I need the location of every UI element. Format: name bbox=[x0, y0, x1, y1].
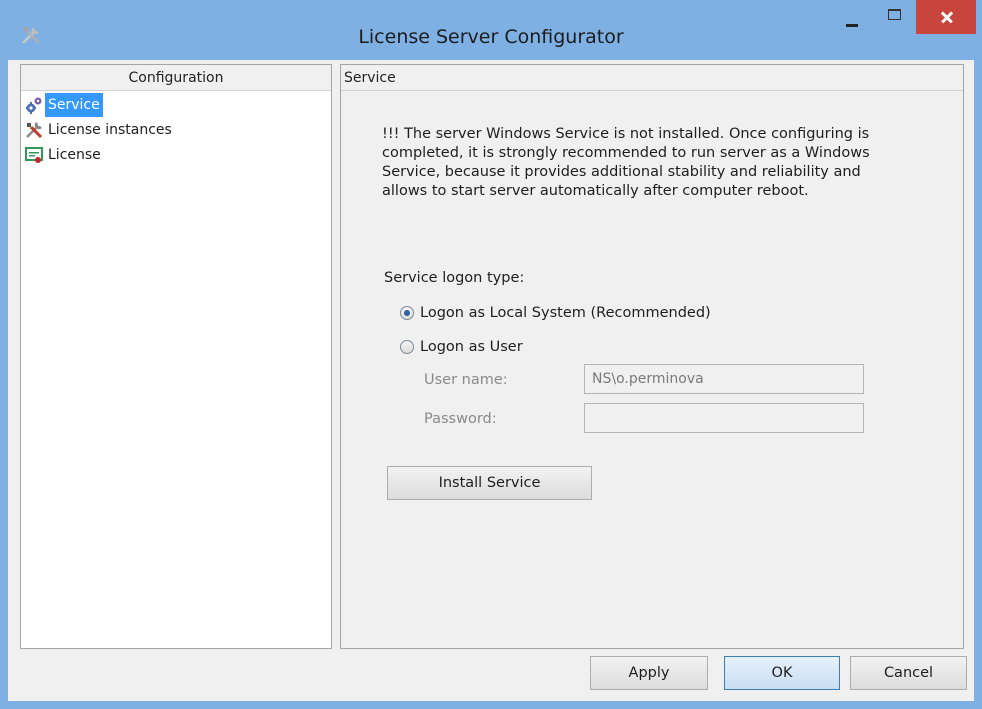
tree-item-license[interactable]: License bbox=[21, 142, 331, 167]
client-area: Configuration Service License instances … bbox=[8, 60, 974, 701]
service-panel-header: Service bbox=[341, 65, 963, 91]
warning-line: completed, it is strongly recommended to… bbox=[382, 145, 870, 161]
configuration-header: Configuration bbox=[21, 65, 331, 91]
radio-button[interactable] bbox=[400, 340, 414, 354]
title-bar[interactable]: License Server Configurator bbox=[0, 0, 982, 60]
password-field[interactable] bbox=[584, 403, 864, 433]
warning-line: Service, because it provides additional … bbox=[382, 164, 861, 180]
tree-item-label: License instances bbox=[48, 121, 172, 138]
tree-item-service[interactable]: Service bbox=[21, 92, 331, 117]
install-service-button[interactable]: Install Service bbox=[387, 466, 592, 500]
user-name-field[interactable]: NS\o.perminova bbox=[584, 364, 864, 394]
certificate-icon bbox=[25, 146, 43, 163]
warning-line: !!! The server Windows Service is not in… bbox=[382, 126, 870, 142]
logon-type-label: Service logon type: bbox=[384, 270, 525, 286]
password-label: Password: bbox=[424, 411, 497, 427]
radio-label: Logon as Local System (Recommended) bbox=[420, 305, 711, 321]
main-window: License Server Configurator Configuratio… bbox=[0, 0, 982, 709]
cancel-button[interactable]: Cancel bbox=[850, 656, 967, 690]
radio-logon-local-system[interactable]: Logon as Local System (Recommended) bbox=[400, 305, 711, 321]
radio-logon-as-user[interactable]: Logon as User bbox=[400, 339, 523, 355]
warning-line: allows to start server automatically aft… bbox=[382, 183, 809, 199]
tree-item-license-instances[interactable]: License instances bbox=[21, 117, 331, 142]
apply-button[interactable]: Apply bbox=[590, 656, 708, 690]
gears-icon bbox=[26, 97, 42, 114]
radio-label: Logon as User bbox=[420, 339, 523, 355]
tools-icon bbox=[26, 121, 43, 138]
maximize-button[interactable] bbox=[876, 0, 916, 34]
service-warning-message: !!! The server Windows Service is not in… bbox=[382, 125, 952, 201]
ok-button[interactable]: OK bbox=[724, 656, 840, 690]
close-button[interactable] bbox=[916, 0, 976, 34]
configuration-tree: Configuration Service License instances … bbox=[20, 64, 332, 649]
minimize-button[interactable] bbox=[832, 0, 872, 34]
service-panel: Service !!! The server Windows Service i… bbox=[340, 64, 964, 649]
tree-item-label: Service bbox=[45, 92, 103, 117]
tree-item-label: License bbox=[48, 146, 101, 163]
radio-button-checked[interactable] bbox=[400, 306, 414, 320]
user-name-label: User name: bbox=[424, 372, 508, 388]
